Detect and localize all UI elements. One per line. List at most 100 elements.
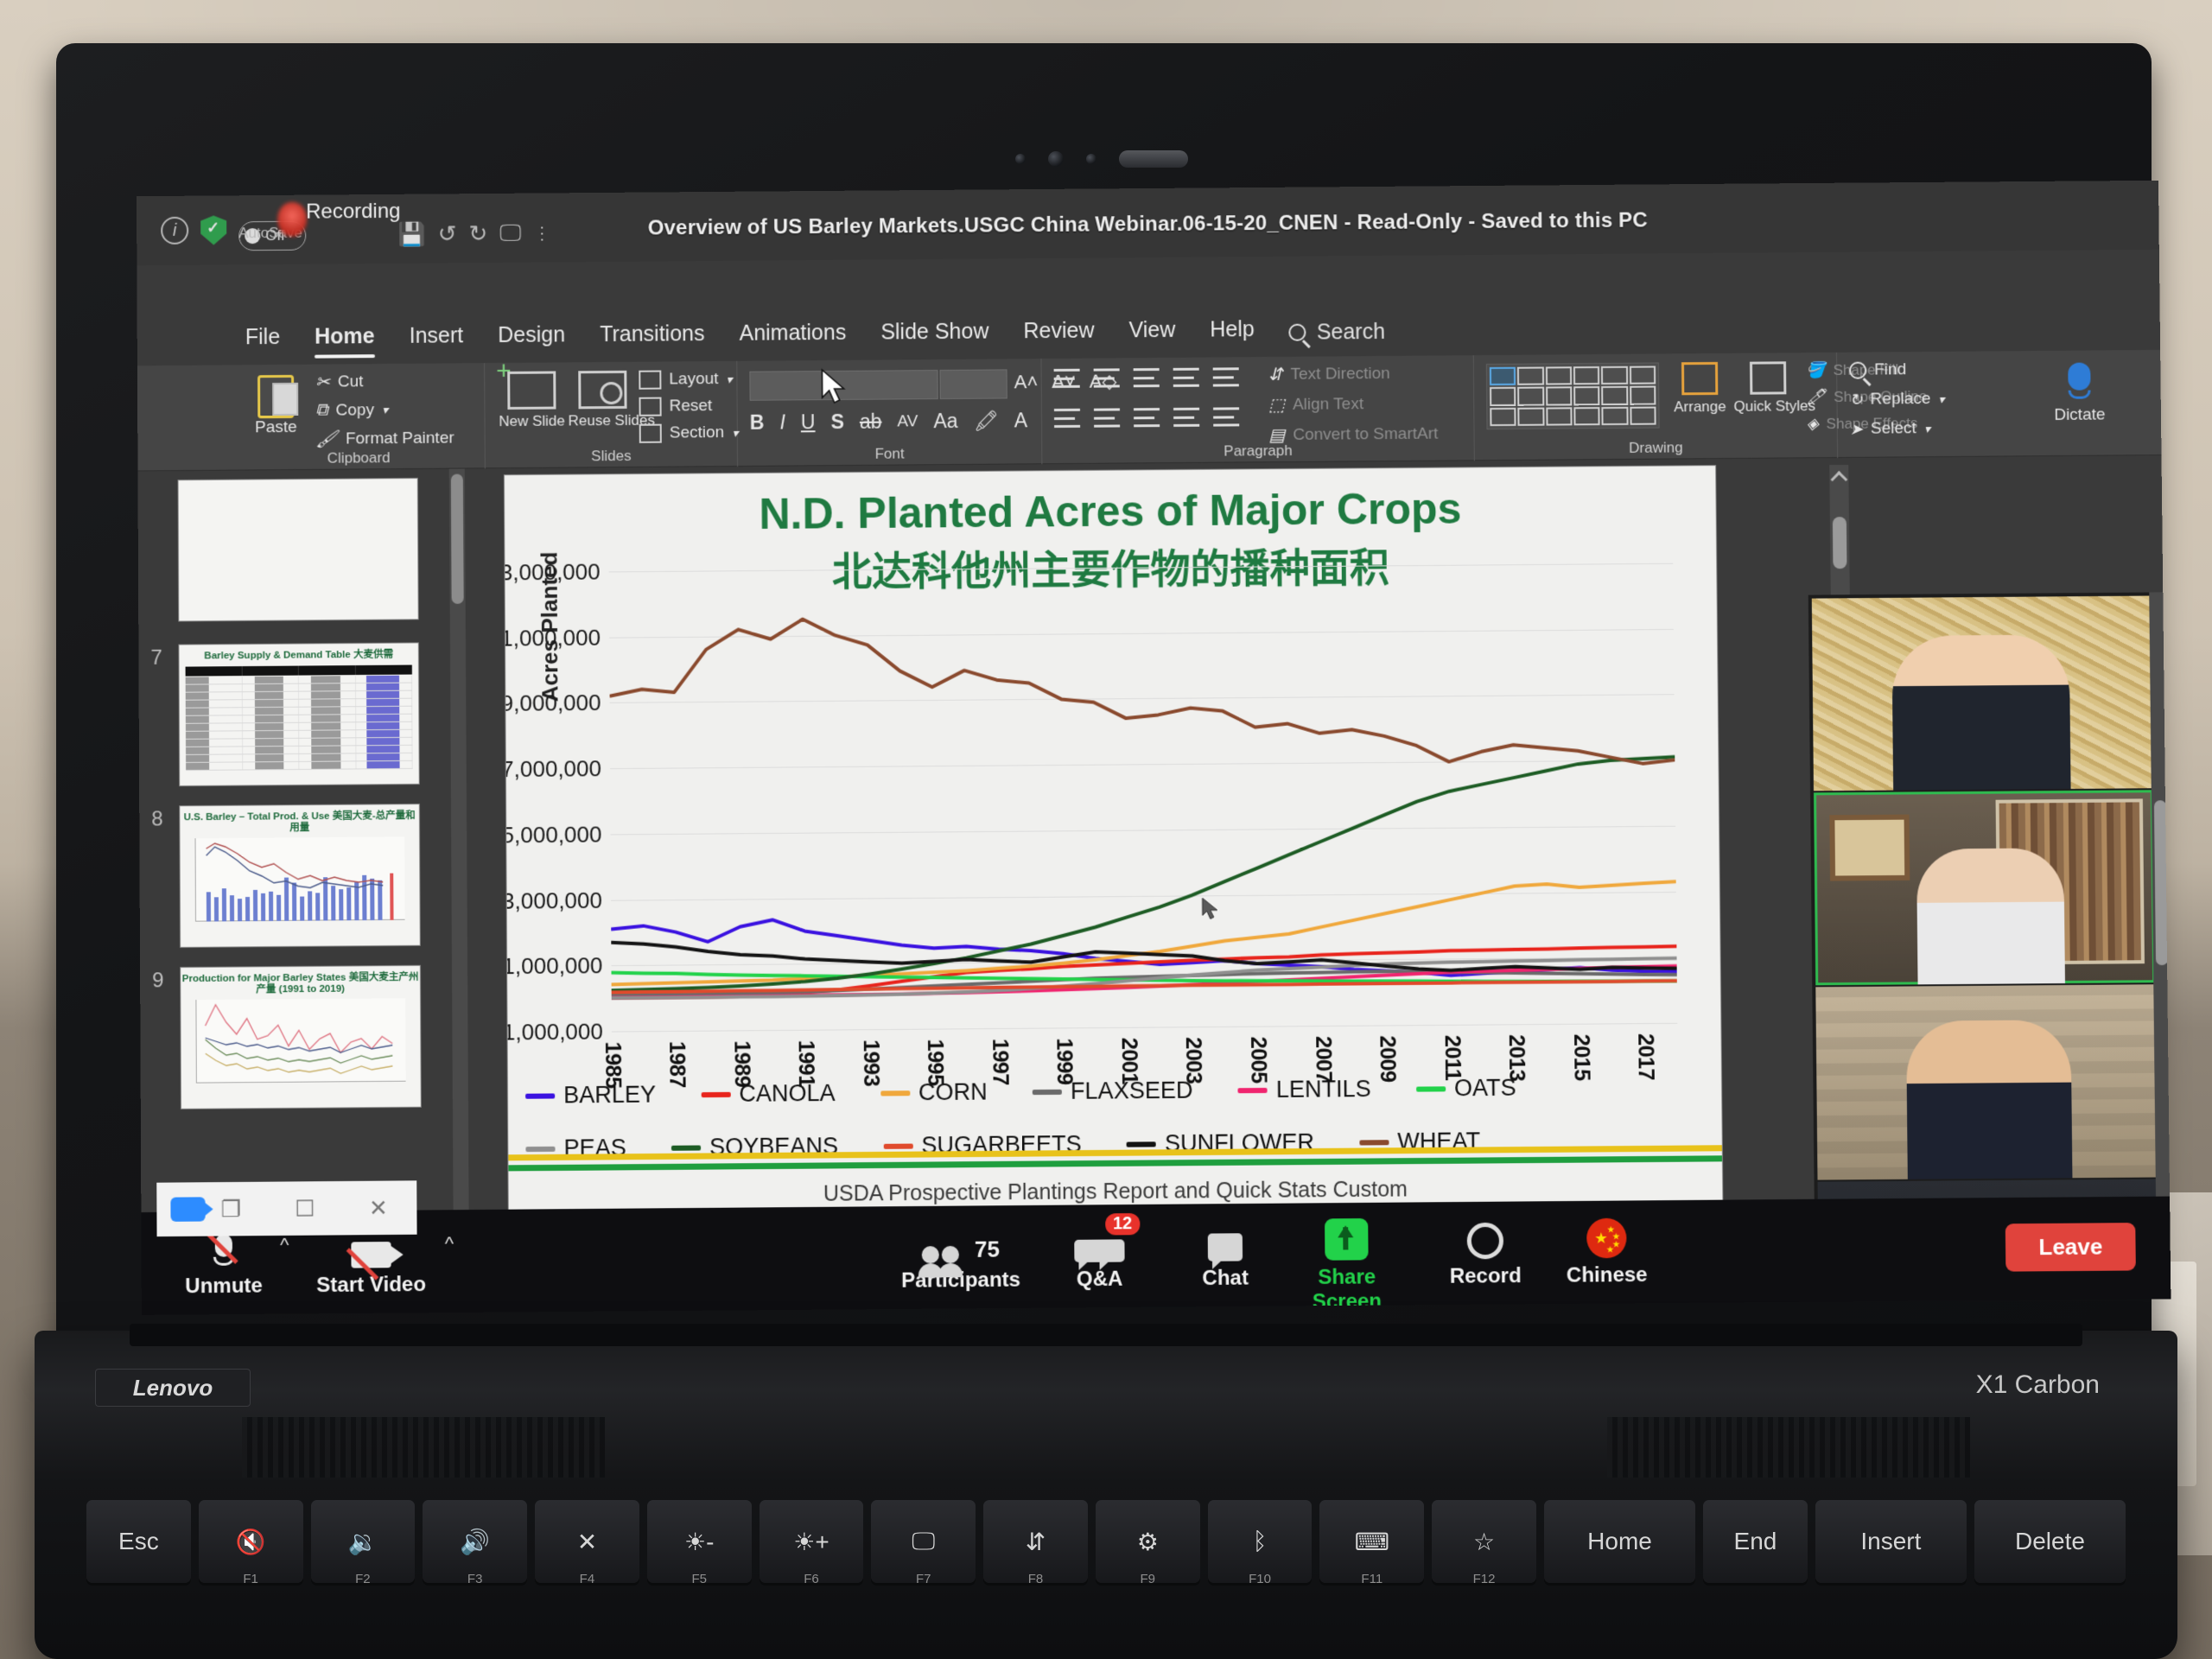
key--[interactable]: ⌨F11 [1319, 1500, 1424, 1583]
align-left-icon[interactable] [1054, 409, 1080, 428]
shape-line-icon[interactable] [1517, 367, 1544, 386]
tab-insert[interactable]: Insert [410, 323, 464, 356]
save-icon[interactable]: 💾 [397, 220, 426, 247]
list-item[interactable]: 9 Production for Major Barley States 美国大… [180, 965, 422, 1109]
participants-button[interactable]: 75 Participants [895, 1217, 1026, 1294]
key-end[interactable]: End [1703, 1500, 1808, 1583]
leave-button[interactable]: Leave [2005, 1223, 2136, 1272]
shape-right-triangle-icon[interactable] [1517, 387, 1544, 406]
scrollbar-thumb[interactable] [2154, 800, 2168, 965]
list-item[interactable] [178, 478, 419, 622]
dictate-button[interactable]: Dictate [2018, 350, 2140, 425]
new-slide-button[interactable]: New Slide [497, 371, 566, 430]
tab-review[interactable]: Review [1023, 318, 1094, 351]
restore-icon[interactable]: ❐ [221, 1196, 242, 1223]
bullets-icon[interactable] [1054, 369, 1080, 388]
audio-options-chevron-icon[interactable]: ^ [280, 1234, 289, 1256]
italic-button[interactable]: I [779, 410, 785, 434]
text-direction-button[interactable]: ⇵ Text Direction [1268, 362, 1438, 385]
tab-slide-show[interactable]: Slide Show [880, 319, 988, 352]
close-icon[interactable]: ✕ [369, 1194, 388, 1221]
tab-home[interactable]: Home [315, 324, 375, 357]
shape-parallelogram-icon[interactable] [1546, 387, 1573, 406]
find-button[interactable]: Find [1849, 360, 1944, 380]
key-insert[interactable]: Insert [1815, 1500, 1967, 1583]
shape-brace-left-icon[interactable] [1546, 407, 1573, 426]
copy-button[interactable]: ⧉ Copy ▾ [315, 399, 454, 420]
scrollbar-thumb[interactable] [451, 474, 464, 604]
tab-transitions[interactable]: Transitions [600, 321, 705, 354]
slide-thumbnail-8[interactable]: U.S. Barley – Total Prod. & Use 美国大麦-总产量… [179, 804, 420, 948]
interpretation-button[interactable]: ★★★★★ Chinese [1541, 1212, 1672, 1288]
shape-arc-icon[interactable] [1518, 407, 1545, 426]
video-tile-3[interactable] [1815, 984, 2157, 1179]
format-painter-button[interactable]: 🖌 Format Painter [315, 428, 454, 450]
layout-button[interactable]: Layout ▾ [639, 370, 738, 390]
shape-chevron-icon[interactable] [1630, 386, 1656, 405]
font-size-input[interactable] [939, 369, 1007, 399]
bold-button[interactable]: B [750, 411, 765, 435]
character-spacing-button[interactable]: AV [897, 412, 918, 431]
shape-block-arrow-icon[interactable] [1573, 386, 1600, 405]
key--[interactable]: ✕F4 [535, 1500, 639, 1583]
chevron-down-icon[interactable]: ▾ [1924, 422, 1930, 436]
select-button[interactable]: ➤ Select ▾ [1850, 419, 1945, 439]
qat-overflow-icon[interactable]: ⋮ [533, 222, 550, 244]
tab-help[interactable]: Help [1210, 317, 1255, 349]
shape-elbow-icon[interactable] [1573, 366, 1600, 385]
info-icon[interactable]: i [161, 217, 188, 245]
justify-icon[interactable] [1173, 408, 1199, 427]
key--[interactable]: ☆F12 [1432, 1500, 1536, 1583]
search-input[interactable]: Search [1289, 319, 1386, 345]
key--[interactable]: 🔇F1 [199, 1500, 303, 1583]
shape-triangle-icon[interactable] [1490, 387, 1516, 406]
section-button[interactable]: Section ▾ [639, 423, 739, 443]
video-tile-1[interactable] [1812, 596, 2153, 791]
key--[interactable]: ⚙F9 [1096, 1500, 1200, 1583]
maximize-icon[interactable]: ☐ [295, 1195, 315, 1222]
strikethrough-button[interactable]: ab [860, 410, 882, 434]
shapes-gallery[interactable] [1486, 362, 1660, 429]
key--[interactable]: 🖵F7 [871, 1500, 976, 1583]
thumbnail-scrollbar[interactable] [449, 468, 469, 1249]
key--[interactable]: ☀-F5 [647, 1500, 752, 1583]
align-center-icon[interactable] [1094, 408, 1120, 427]
key--[interactable]: ☀+F6 [760, 1500, 864, 1583]
columns-icon[interactable] [1213, 407, 1239, 426]
shape-more-icon[interactable] [1630, 406, 1656, 425]
text-highlight-icon[interactable]: 🖍 [974, 410, 999, 433]
tab-file[interactable]: File [245, 324, 281, 356]
chevron-down-icon[interactable]: ▾ [726, 372, 732, 386]
undo-icon[interactable]: ↺ [438, 220, 457, 247]
slide-thumbnail-blank[interactable] [178, 478, 419, 622]
zoom-floating-window[interactable]: ❐ ☐ ✕ [156, 1180, 416, 1236]
shape-curve-icon[interactable] [1490, 407, 1516, 426]
key-home[interactable]: Home [1544, 1500, 1695, 1583]
key--[interactable]: 🔉F2 [311, 1500, 416, 1583]
key--[interactable]: 🔊F3 [423, 1500, 527, 1583]
key-delete[interactable]: Delete [1974, 1500, 2126, 1583]
align-right-icon[interactable] [1134, 408, 1160, 427]
shape-pentagon-icon[interactable] [1601, 386, 1628, 405]
slide-thumbnail-7[interactable]: Barley Supply & Demand Table 大麦供需 [178, 642, 419, 786]
tab-view[interactable]: View [1128, 317, 1175, 349]
numbering-icon[interactable] [1094, 368, 1120, 387]
paste-button[interactable]: Paste [245, 375, 307, 438]
scrollbar-thumb[interactable] [1833, 517, 1847, 569]
key-esc[interactable]: Esc [86, 1500, 191, 1583]
slide-canvas[interactable]: N.D. Planted Acres of Major Crops 北达科他州主… [505, 466, 1723, 1222]
share-screen-button[interactable]: Share Screen [1281, 1215, 1412, 1315]
line-spacing-icon[interactable] [1213, 367, 1239, 386]
record-button[interactable]: Record [1420, 1213, 1550, 1289]
shape-oval-icon[interactable] [1630, 366, 1656, 385]
start-slideshow-icon[interactable]: 🖵 [499, 219, 521, 247]
redo-icon[interactable]: ↻ [468, 220, 487, 247]
align-text-button[interactable]: ⬚ Align Text [1268, 393, 1438, 416]
list-item[interactable]: 8 U.S. Barley – Total Prod. & Use 美国大麦-总… [179, 804, 420, 948]
tab-animations[interactable]: Animations [739, 320, 846, 353]
shape-star-icon[interactable] [1602, 406, 1629, 425]
qa-button[interactable]: 12 Q&A [1034, 1217, 1165, 1293]
text-shadow-button[interactable]: S [830, 410, 844, 434]
arrange-button[interactable]: Arrange [1669, 362, 1731, 416]
slide-thumbnail-panel[interactable]: 7 Barley Supply & Demand Table 大麦供需 [137, 468, 470, 1252]
